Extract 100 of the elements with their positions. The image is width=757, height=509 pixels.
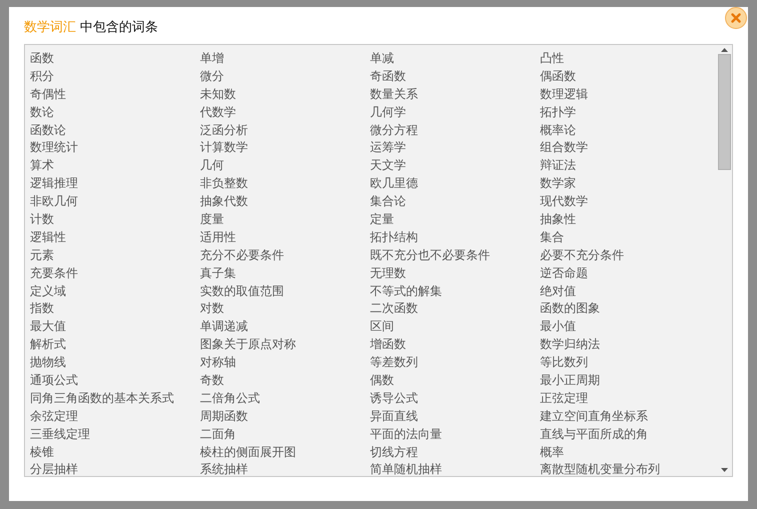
term-link[interactable]: 正弦定理 bbox=[540, 390, 710, 408]
term-link[interactable]: 同角三角函数的基本关系式 bbox=[30, 390, 200, 408]
term-link[interactable]: 微分方程 bbox=[370, 122, 540, 140]
term-link[interactable]: 逆否命题 bbox=[540, 264, 710, 283]
term-link[interactable]: 数理逻辑 bbox=[540, 86, 710, 104]
term-link[interactable]: 系统抽样 bbox=[200, 461, 370, 476]
term-link[interactable]: 平面的法向量 bbox=[370, 426, 540, 444]
term-link[interactable]: 非负整数 bbox=[200, 175, 370, 194]
term-link[interactable]: 等比数列 bbox=[540, 354, 710, 372]
term-link[interactable]: 分层抽样 bbox=[30, 461, 200, 476]
term-link[interactable]: 抽象代数 bbox=[200, 193, 370, 212]
term-link[interactable]: 奇函数 bbox=[370, 68, 540, 86]
term-link[interactable]: 诱导公式 bbox=[370, 390, 540, 408]
close-button[interactable] bbox=[725, 7, 747, 29]
term-link[interactable]: 欧几里德 bbox=[370, 175, 540, 194]
term-link[interactable]: 定义域 bbox=[30, 282, 200, 300]
term-link[interactable]: 既不充分也不必要条件 bbox=[370, 246, 540, 265]
term-link[interactable]: 逻辑性 bbox=[30, 228, 200, 247]
term-link[interactable]: 直线与平面所成的角 bbox=[540, 426, 710, 444]
term-link[interactable]: 最小值 bbox=[540, 318, 710, 336]
term-link[interactable]: 集合论 bbox=[370, 193, 540, 212]
term-link[interactable]: 单减 bbox=[370, 50, 540, 68]
term-link[interactable]: 拓扑结构 bbox=[370, 228, 540, 247]
term-link[interactable]: 非欧几何 bbox=[30, 193, 200, 212]
term-link[interactable]: 真子集 bbox=[200, 264, 370, 283]
term-link[interactable]: 棱锥 bbox=[30, 444, 200, 462]
term-link[interactable]: 周期函数 bbox=[200, 408, 370, 426]
term-link[interactable]: 充要条件 bbox=[30, 264, 200, 283]
term-link[interactable]: 概率 bbox=[540, 444, 710, 462]
term-link[interactable]: 不等式的解集 bbox=[370, 282, 540, 300]
term-link[interactable]: 棱柱的侧面展开图 bbox=[200, 444, 370, 462]
term-link[interactable]: 二面角 bbox=[200, 426, 370, 444]
term-link[interactable]: 实数的取值范围 bbox=[200, 282, 370, 300]
term-link[interactable]: 代数学 bbox=[200, 104, 370, 122]
term-link[interactable]: 离散型随机变量分布列 bbox=[540, 461, 710, 476]
term-link[interactable]: 切线方程 bbox=[370, 444, 540, 462]
term-link[interactable]: 等差数列 bbox=[370, 354, 540, 372]
term-link[interactable]: 概率论 bbox=[540, 122, 710, 140]
term-link[interactable]: 天文学 bbox=[370, 157, 540, 176]
term-link[interactable]: 集合 bbox=[540, 228, 710, 247]
term-link[interactable]: 数论 bbox=[30, 104, 200, 122]
term-link[interactable]: 函数的图象 bbox=[540, 300, 710, 318]
term-link[interactable]: 最大值 bbox=[30, 318, 200, 336]
term-link[interactable]: 函数论 bbox=[30, 122, 200, 140]
term-link[interactable]: 计算数学 bbox=[200, 139, 370, 158]
term-link[interactable]: 最小正周期 bbox=[540, 372, 710, 390]
term-link[interactable]: 奇偶性 bbox=[30, 86, 200, 104]
term-link[interactable]: 泛函分析 bbox=[200, 122, 370, 140]
term-link[interactable]: 凸性 bbox=[540, 50, 710, 68]
term-link[interactable]: 计数 bbox=[30, 211, 200, 229]
term-link[interactable]: 运筹学 bbox=[370, 139, 540, 158]
term-link[interactable]: 几何学 bbox=[370, 104, 540, 122]
term-link[interactable]: 积分 bbox=[30, 68, 200, 86]
term-link[interactable]: 对数 bbox=[200, 300, 370, 318]
term-link[interactable]: 建立空间直角坐标系 bbox=[540, 408, 710, 426]
term-link[interactable]: 微分 bbox=[200, 68, 370, 86]
term-link[interactable]: 数理统计 bbox=[30, 139, 200, 158]
term-link[interactable]: 辩证法 bbox=[540, 157, 710, 176]
term-link[interactable]: 现代数学 bbox=[540, 193, 710, 212]
term-link[interactable]: 单调递减 bbox=[200, 318, 370, 336]
term-link[interactable]: 异面直线 bbox=[370, 408, 540, 426]
term-link[interactable]: 函数 bbox=[30, 50, 200, 68]
term-link[interactable]: 度量 bbox=[200, 211, 370, 229]
term-link[interactable]: 二次函数 bbox=[370, 300, 540, 318]
term-link[interactable]: 单增 bbox=[200, 50, 370, 68]
term-link[interactable]: 拓扑学 bbox=[540, 104, 710, 122]
term-link[interactable]: 算术 bbox=[30, 157, 200, 176]
term-link[interactable]: 二倍角公式 bbox=[200, 390, 370, 408]
term-link[interactable]: 元素 bbox=[30, 246, 200, 265]
term-link[interactable]: 解析式 bbox=[30, 336, 200, 354]
term-link[interactable]: 数量关系 bbox=[370, 86, 540, 104]
term-link[interactable]: 数学归纳法 bbox=[540, 336, 710, 354]
term-link[interactable]: 余弦定理 bbox=[30, 408, 200, 426]
term-link[interactable]: 绝对值 bbox=[540, 282, 710, 300]
term-link[interactable]: 偶函数 bbox=[540, 68, 710, 86]
scroll-down-icon[interactable] bbox=[721, 468, 728, 472]
term-link[interactable]: 几何 bbox=[200, 157, 370, 176]
term-link[interactable]: 数学家 bbox=[540, 175, 710, 194]
term-link[interactable]: 必要不充分条件 bbox=[540, 246, 710, 265]
term-link[interactable]: 图象关于原点对称 bbox=[200, 336, 370, 354]
scroll-up-icon[interactable] bbox=[721, 48, 728, 52]
term-link[interactable]: 区间 bbox=[370, 318, 540, 336]
term-link[interactable]: 通项公式 bbox=[30, 372, 200, 390]
scroll-thumb[interactable] bbox=[718, 54, 731, 170]
term-link[interactable]: 充分不必要条件 bbox=[200, 246, 370, 265]
term-link[interactable]: 指数 bbox=[30, 300, 200, 318]
term-link[interactable]: 三垂线定理 bbox=[30, 426, 200, 444]
term-link[interactable]: 对称轴 bbox=[200, 354, 370, 372]
term-link[interactable]: 适用性 bbox=[200, 228, 370, 247]
term-link[interactable]: 简单随机抽样 bbox=[370, 461, 540, 476]
term-link[interactable]: 组合数学 bbox=[540, 139, 710, 158]
term-link[interactable]: 增函数 bbox=[370, 336, 540, 354]
term-link[interactable]: 抛物线 bbox=[30, 354, 200, 372]
term-link[interactable]: 未知数 bbox=[200, 86, 370, 104]
term-link[interactable]: 无理数 bbox=[370, 264, 540, 283]
term-link[interactable]: 定量 bbox=[370, 211, 540, 229]
term-link[interactable]: 偶数 bbox=[370, 372, 540, 390]
term-link[interactable]: 抽象性 bbox=[540, 211, 710, 229]
term-link[interactable]: 逻辑推理 bbox=[30, 175, 200, 194]
term-link[interactable]: 奇数 bbox=[200, 372, 370, 390]
